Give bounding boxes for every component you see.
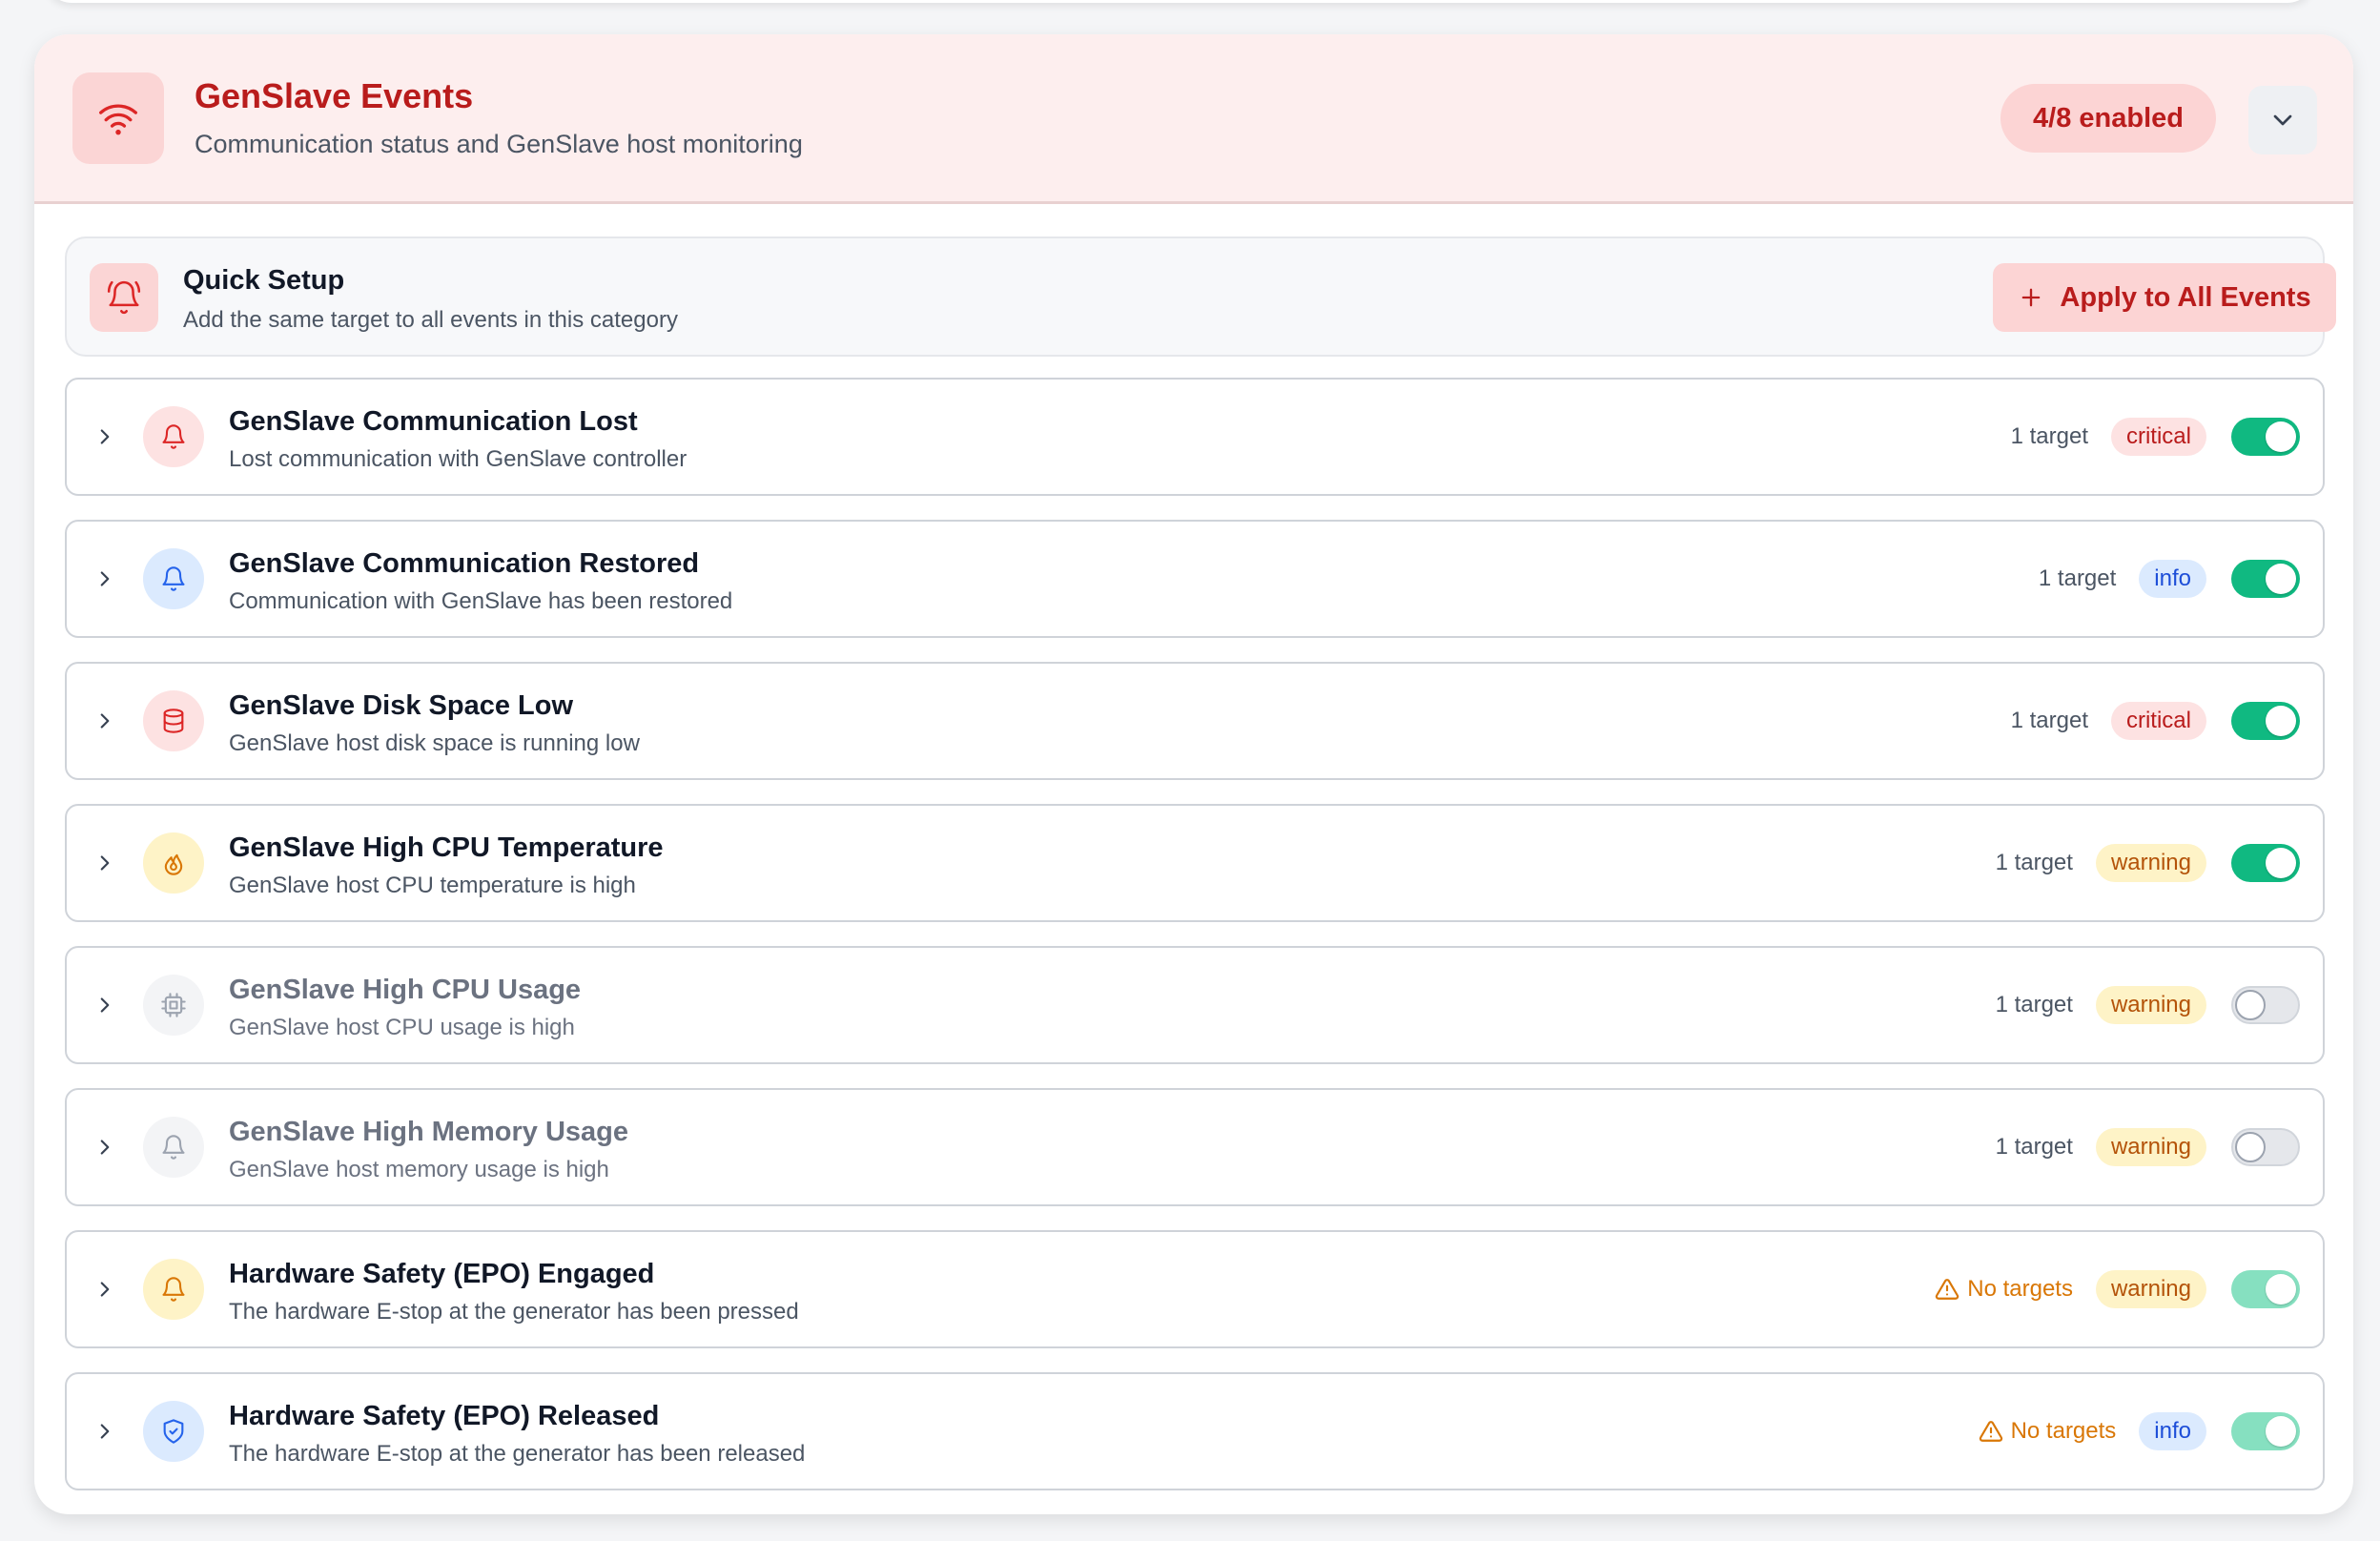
- database-icon: [143, 690, 204, 751]
- severity-badge: warning: [2095, 1128, 2206, 1166]
- event-description: Lost communication with GenSlave control…: [229, 446, 687, 472]
- event-description: GenSlave host disk space is running low: [229, 730, 640, 756]
- event-description: GenSlave host CPU temperature is high: [229, 873, 636, 898]
- event-description: The hardware E-stop at the generator has…: [229, 1299, 799, 1325]
- category-card-genslave-events: GenSlave Events Communication status and…: [34, 34, 2353, 1514]
- event-title: Hardware Safety (EPO) Released: [229, 1401, 660, 1431]
- chevron-right-icon[interactable]: [92, 1418, 118, 1445]
- event-enabled-toggle[interactable]: [2231, 844, 2300, 882]
- severity-badge: info: [2139, 1412, 2206, 1450]
- event-title: GenSlave High Memory Usage: [229, 1117, 629, 1147]
- event-enabled-toggle[interactable]: [2231, 560, 2300, 598]
- event-row[interactable]: GenSlave Disk Space Low GenSlave host di…: [65, 662, 2325, 780]
- target-count: No targets: [1967, 1276, 2073, 1302]
- category-subtitle: Communication status and GenSlave host m…: [195, 130, 803, 158]
- event-description: Communication with GenSlave has been res…: [229, 588, 733, 614]
- target-count: No targets: [2010, 1418, 2117, 1444]
- severity-badge: critical: [2110, 418, 2206, 456]
- plus-icon: [2022, 288, 2041, 307]
- event-description: GenSlave host memory usage is high: [229, 1157, 609, 1182]
- quick-setup-title: Quick Setup: [183, 265, 345, 296]
- quick-setup-subtitle: Add the same target to all events in thi…: [183, 307, 678, 333]
- severity-badge: warning: [2095, 986, 2206, 1024]
- event-title: GenSlave Communication Lost: [229, 406, 638, 437]
- target-count[interactable]: 1 target: [1996, 992, 2073, 1018]
- target-count[interactable]: 1 target: [2011, 423, 2088, 450]
- severity-badge: info: [2139, 560, 2206, 598]
- event-title: Hardware Safety (EPO) Engaged: [229, 1259, 655, 1289]
- target-count[interactable]: 1 target: [1996, 850, 2073, 876]
- target-count[interactable]: 1 target: [2011, 708, 2088, 734]
- no-targets-warning[interactable]: No targets: [1979, 1418, 2117, 1445]
- event-row[interactable]: GenSlave Communication Lost Lost communi…: [65, 378, 2325, 496]
- event-enabled-toggle[interactable]: [2231, 1412, 2300, 1450]
- event-title: GenSlave High CPU Usage: [229, 975, 582, 1005]
- quick-setup-panel: Quick Setup Add the same target to all e…: [65, 236, 2336, 357]
- event-title: GenSlave Disk Space Low: [229, 690, 574, 721]
- chevron-right-icon[interactable]: [92, 708, 118, 734]
- no-targets-warning[interactable]: No targets: [1935, 1276, 2073, 1303]
- event-enabled-toggle[interactable]: [2231, 418, 2300, 456]
- bell-ring-icon: [90, 263, 158, 332]
- target-count[interactable]: 1 target: [2039, 565, 2116, 592]
- bell-icon: [143, 1259, 204, 1320]
- chevron-right-icon[interactable]: [92, 850, 118, 876]
- severity-badge: warning: [2095, 1270, 2206, 1308]
- collapse-button[interactable]: [2248, 86, 2317, 154]
- bell-icon: [143, 406, 204, 467]
- event-title: GenSlave High CPU Temperature: [229, 832, 664, 863]
- chevron-down-icon: [2273, 114, 2292, 126]
- event-row[interactable]: Hardware Safety (EPO) Released The hardw…: [65, 1372, 2325, 1490]
- event-enabled-toggle[interactable]: [2231, 702, 2300, 740]
- apply-to-all-events-button[interactable]: Apply to All Events: [1993, 263, 2336, 332]
- chevron-right-icon[interactable]: [92, 1134, 118, 1161]
- event-row[interactable]: GenSlave High CPU Temperature GenSlave h…: [65, 804, 2325, 922]
- event-enabled-toggle[interactable]: [2231, 1270, 2300, 1308]
- flame-icon: [143, 832, 204, 894]
- chevron-right-icon[interactable]: [92, 423, 118, 450]
- event-row[interactable]: GenSlave High Memory Usage GenSlave host…: [65, 1088, 2325, 1206]
- chevron-right-icon[interactable]: [92, 992, 118, 1018]
- alert-triangle-icon: [1979, 1421, 2002, 1442]
- event-description: GenSlave host CPU usage is high: [229, 1015, 575, 1040]
- chevron-right-icon[interactable]: [92, 1276, 118, 1303]
- category-title: GenSlave Events: [195, 76, 474, 115]
- event-enabled-toggle[interactable]: [2231, 1128, 2300, 1166]
- event-description: The hardware E-stop at the generator has…: [229, 1441, 806, 1467]
- event-row[interactable]: GenSlave High CPU Usage GenSlave host CP…: [65, 946, 2325, 1064]
- event-row[interactable]: GenSlave Communication Restored Communic…: [65, 520, 2325, 638]
- category-header[interactable]: GenSlave Events Communication status and…: [34, 34, 2353, 204]
- wifi-icon: [72, 72, 164, 164]
- severity-badge: warning: [2095, 844, 2206, 882]
- bell-icon: [143, 1117, 204, 1178]
- bell-icon: [143, 548, 204, 609]
- shield-check-icon: [143, 1401, 204, 1462]
- enabled-count-badge: 4/8 enabled: [2000, 84, 2216, 153]
- chevron-right-icon[interactable]: [92, 565, 118, 592]
- alert-triangle-icon: [1936, 1279, 1959, 1300]
- previous-category-card: [42, 0, 2317, 3]
- severity-badge: critical: [2110, 702, 2206, 740]
- apply-to-all-events-label: Apply to All Events: [2060, 281, 2311, 313]
- event-enabled-toggle[interactable]: [2231, 986, 2300, 1024]
- target-count[interactable]: 1 target: [1996, 1134, 2073, 1161]
- event-title: GenSlave Communication Restored: [229, 548, 700, 579]
- cpu-icon: [143, 975, 204, 1036]
- event-row[interactable]: Hardware Safety (EPO) Engaged The hardwa…: [65, 1230, 2325, 1348]
